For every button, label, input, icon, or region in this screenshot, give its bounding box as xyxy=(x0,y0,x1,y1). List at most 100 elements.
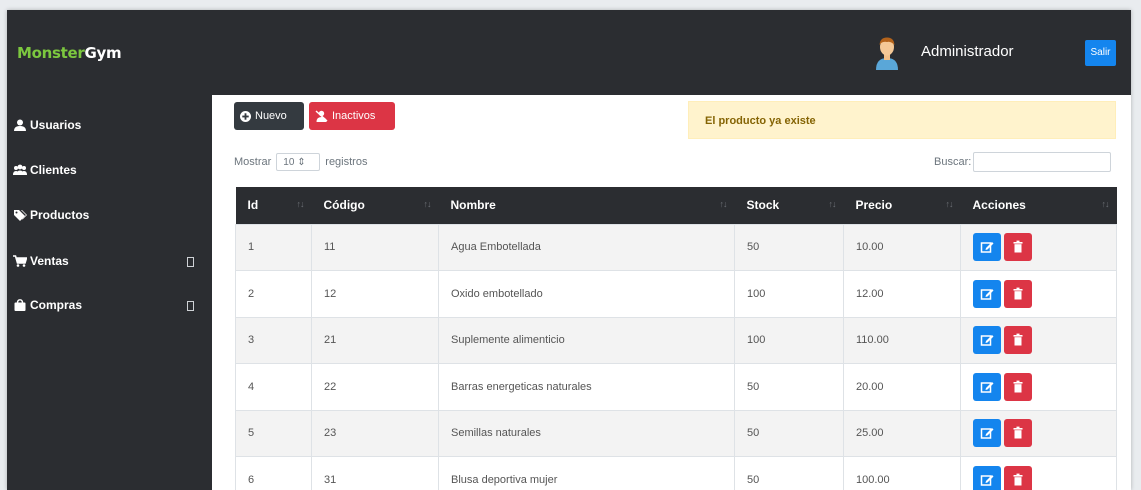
cell-id: 4 xyxy=(235,363,312,411)
table-row: 3 21 Suplemente alimenticio 100 110.00 xyxy=(235,316,1117,364)
delete-button[interactable] xyxy=(1004,372,1032,401)
cell-id: 2 xyxy=(235,270,312,318)
cell-codigo: 22 xyxy=(311,363,439,411)
users-icon xyxy=(13,164,27,175)
sidebar-item-usuarios[interactable]: Usuarios xyxy=(13,115,81,135)
cell-precio: 12.00 xyxy=(843,270,961,318)
ventas-submenu-indicator-icon xyxy=(187,257,194,267)
delete-button[interactable] xyxy=(1004,279,1032,308)
delete-button[interactable] xyxy=(1004,326,1032,355)
edit-button[interactable] xyxy=(973,419,1001,448)
edit-button[interactable] xyxy=(973,233,1001,262)
user-slash-icon xyxy=(315,110,328,122)
column-header-acciones[interactable]: Acciones ↑↓ xyxy=(961,187,1117,224)
cell-codigo: 23 xyxy=(311,409,439,457)
edit-icon xyxy=(980,242,994,253)
trash-icon xyxy=(1013,380,1023,393)
trash-icon xyxy=(1013,287,1023,300)
sidebar-item-label: Ventas xyxy=(30,254,69,268)
plus-circle-icon xyxy=(240,110,251,122)
column-header-stock[interactable]: Stock ↑↓ xyxy=(735,187,844,224)
trash-icon xyxy=(1013,240,1023,253)
sidebar-item-label: Productos xyxy=(30,208,90,222)
tags-icon xyxy=(14,210,27,221)
sort-icon: ↑↓ xyxy=(719,199,728,209)
table-row: 5 23 Semillas naturales 50 25.00 xyxy=(235,409,1117,457)
sort-icon: ↑↓ xyxy=(945,199,954,209)
column-header-label: Acciones xyxy=(972,198,1026,213)
compras-submenu-indicator-icon xyxy=(187,301,194,311)
show-label: Mostrar xyxy=(234,156,272,168)
edit-button[interactable] xyxy=(973,465,1001,490)
sidebar-item-productos[interactable]: Productos xyxy=(13,205,89,225)
table-row: 6 31 Blusa deportiva mujer 50 100.00 xyxy=(235,456,1117,490)
admin-avatar-icon xyxy=(876,37,898,70)
column-header-codigo[interactable]: Código ↑↓ xyxy=(312,187,439,224)
cell-stock: 50 xyxy=(734,363,844,411)
products-table: Id ↑↓ Código ↑↓ Nombre ↑↓ Stock ↑↓ Precio ↑↓ … xyxy=(235,187,1117,490)
edit-button[interactable] xyxy=(973,279,1001,308)
table-row: 2 12 Oxido embotellado 100 12.00 xyxy=(235,270,1117,318)
brand-part-monster: Monster xyxy=(17,44,85,62)
cell-nombre: Oxido embotellado xyxy=(438,270,735,318)
bag-icon xyxy=(14,299,26,311)
cell-acciones xyxy=(960,409,1117,457)
cell-id: 1 xyxy=(235,223,312,271)
page-size-select[interactable]: 10 ⇕ xyxy=(276,153,321,171)
cell-stock: 100 xyxy=(734,316,844,364)
cell-precio: 100.00 xyxy=(843,456,961,490)
edit-icon xyxy=(980,381,994,393)
sort-icon: ↑↓ xyxy=(1101,199,1110,209)
new-product-button[interactable]: Nuevo xyxy=(234,102,304,130)
cell-acciones xyxy=(960,316,1117,364)
admin-user-name: Administrador xyxy=(921,43,1014,60)
table-row: 4 22 Barras energeticas naturales 50 20.… xyxy=(235,363,1117,411)
column-header-nombre[interactable]: Nombre ↑↓ xyxy=(439,187,735,224)
inactive-products-button[interactable]: Inactivos xyxy=(309,102,395,130)
edit-icon xyxy=(980,335,994,346)
sort-icon: ↑↓ xyxy=(423,199,432,209)
edit-button[interactable] xyxy=(973,326,1001,355)
logout-button[interactable]: Salir xyxy=(1085,40,1116,66)
user-icon xyxy=(14,119,26,131)
delete-button[interactable] xyxy=(1004,419,1032,448)
delete-button[interactable] xyxy=(1004,233,1032,262)
sidebar-item-compras[interactable]: Compras xyxy=(13,295,82,315)
sidebar: Usuarios Clientes Productos Ventas Compr… xyxy=(7,95,212,490)
column-header-label: Precio xyxy=(855,198,893,213)
sidebar-item-clientes[interactable]: Clientes xyxy=(13,160,77,180)
sidebar-item-label: Compras xyxy=(30,298,83,312)
table-row: 1 11 Agua Embotellada 50 10.00 xyxy=(235,223,1117,271)
cell-codigo: 12 xyxy=(311,270,439,318)
edit-icon xyxy=(980,288,994,300)
column-header-label: Stock xyxy=(746,198,780,213)
delete-button[interactable] xyxy=(1004,465,1032,490)
brand-logo[interactable]: MonsterGym xyxy=(17,44,122,62)
select-arrows-icon: ⇕ xyxy=(297,157,306,168)
main-content: Nuevo Inactivos El producto ya existe Mo… xyxy=(212,95,1131,490)
cell-nombre: Barras energeticas naturales xyxy=(438,363,735,411)
column-header-id[interactable]: Id ↑↓ xyxy=(236,187,312,224)
cell-id: 5 xyxy=(235,409,312,457)
cart-icon xyxy=(13,255,27,267)
search-input[interactable] xyxy=(973,152,1112,172)
cell-acciones xyxy=(960,223,1117,271)
cell-acciones xyxy=(960,270,1117,318)
sidebar-item-ventas[interactable]: Ventas xyxy=(13,251,69,271)
cell-precio: 110.00 xyxy=(843,316,961,364)
new-button-label: Nuevo xyxy=(255,110,287,122)
column-header-precio[interactable]: Precio ↑↓ xyxy=(844,187,961,224)
cell-nombre: Agua Embotellada xyxy=(438,223,735,271)
table-search: Buscar: xyxy=(934,152,1112,172)
records-label: registros xyxy=(325,156,368,168)
cell-codigo: 11 xyxy=(311,223,439,271)
product-exists-alert: El producto ya existe xyxy=(688,101,1116,139)
edit-button[interactable] xyxy=(973,372,1001,401)
cell-codigo: 21 xyxy=(311,316,439,364)
sort-icon: ↑↓ xyxy=(296,199,305,209)
column-header-label: Nombre xyxy=(450,198,496,213)
cell-stock: 50 xyxy=(734,223,844,271)
column-header-label: Id xyxy=(247,198,259,213)
page-length-control: Mostrar 10 ⇕ registros xyxy=(234,153,367,171)
inactive-button-label: Inactivos xyxy=(332,110,376,122)
